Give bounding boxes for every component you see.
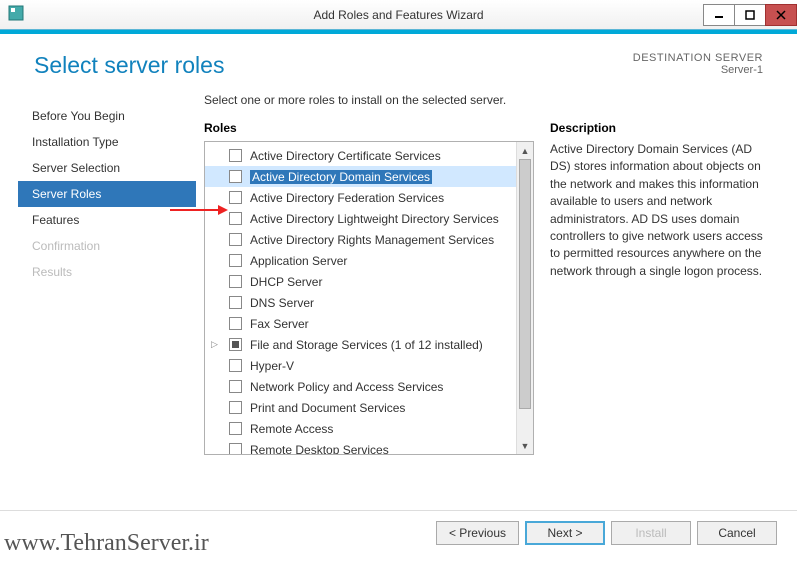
role-checkbox[interactable] [229, 380, 242, 393]
role-checkbox[interactable] [229, 296, 242, 309]
role-label: Print and Document Services [250, 401, 405, 415]
roles-listbox: Active Directory Certificate Services Act… [204, 141, 534, 455]
role-row[interactable]: Active Directory Domain Services [205, 166, 516, 187]
role-label: Active Directory Federation Services [250, 191, 444, 205]
role-row[interactable]: ▷ File and Storage Services (1 of 12 inst… [205, 334, 516, 355]
nav-item-installation-type[interactable]: Installation Type [18, 129, 196, 155]
destination-server: Server-1 [633, 64, 763, 76]
scroll-down-icon[interactable]: ▼ [517, 437, 533, 454]
role-label: DHCP Server [250, 275, 322, 289]
role-row[interactable]: Remote Access [205, 418, 516, 439]
nav-item-confirmation: Confirmation [18, 233, 196, 259]
instruction-text: Select one or more roles to install on t… [204, 93, 771, 107]
role-row[interactable]: Application Server [205, 250, 516, 271]
role-label: Application Server [250, 254, 347, 268]
role-checkbox[interactable] [229, 191, 242, 204]
role-checkbox[interactable] [229, 338, 242, 351]
role-checkbox[interactable] [229, 317, 242, 330]
role-label: DNS Server [250, 296, 314, 310]
expand-icon[interactable]: ▷ [211, 339, 218, 350]
page-title: Select server roles [34, 52, 224, 79]
role-label: Active Directory Lightweight Directory S… [250, 212, 499, 226]
role-label: File and Storage Services (1 of 12 insta… [250, 338, 483, 352]
role-label: Active Directory Rights Management Servi… [250, 233, 494, 247]
nav-item-features[interactable]: Features [18, 207, 196, 233]
role-row[interactable]: Fax Server [205, 313, 516, 334]
nav-item-before-you-begin[interactable]: Before You Begin [18, 103, 196, 129]
description-label: Description [550, 121, 771, 135]
description-text: Active Directory Domain Services (AD DS)… [550, 141, 771, 280]
role-label: Hyper-V [250, 359, 294, 373]
titlebar: Add Roles and Features Wizard [0, 0, 797, 30]
scroll-thumb[interactable] [519, 159, 531, 409]
window-title: Add Roles and Features Wizard [0, 8, 797, 22]
role-label: Fax Server [250, 317, 309, 331]
role-checkbox[interactable] [229, 254, 242, 267]
role-checkbox[interactable] [229, 443, 242, 454]
roles-label: Roles [204, 121, 534, 135]
role-row[interactable]: Active Directory Federation Services [205, 187, 516, 208]
scrollbar[interactable]: ▲ ▼ [516, 142, 533, 454]
role-row[interactable]: Network Policy and Access Services [205, 376, 516, 397]
destination-label: DESTINATION SERVER [633, 52, 763, 64]
role-checkbox[interactable] [229, 149, 242, 162]
role-label: Remote Desktop Services [250, 443, 389, 455]
next-button[interactable]: Next > [525, 521, 605, 545]
role-row[interactable]: Print and Document Services [205, 397, 516, 418]
role-row[interactable]: Active Directory Rights Management Servi… [205, 229, 516, 250]
role-row[interactable]: Hyper-V [205, 355, 516, 376]
role-row[interactable]: Remote Desktop Services [205, 439, 516, 454]
wizard-nav: Before You BeginInstallation TypeServer … [18, 93, 196, 455]
role-label: Active Directory Domain Services [250, 170, 432, 184]
install-button: Install [611, 521, 691, 545]
nav-item-server-selection[interactable]: Server Selection [18, 155, 196, 181]
scroll-up-icon[interactable]: ▲ [517, 142, 533, 159]
role-row[interactable]: DNS Server [205, 292, 516, 313]
role-row[interactable]: Active Directory Certificate Services [205, 145, 516, 166]
scroll-track[interactable] [517, 159, 533, 437]
role-checkbox[interactable] [229, 170, 242, 183]
destination-info: DESTINATION SERVER Server-1 [633, 52, 763, 76]
role-row[interactable]: Active Directory Lightweight Directory S… [205, 208, 516, 229]
role-label: Network Policy and Access Services [250, 380, 443, 394]
role-row[interactable]: DHCP Server [205, 271, 516, 292]
nav-item-results: Results [18, 259, 196, 285]
role-label: Remote Access [250, 422, 333, 436]
previous-button[interactable]: < Previous [436, 521, 519, 545]
role-checkbox[interactable] [229, 422, 242, 435]
role-checkbox[interactable] [229, 233, 242, 246]
role-checkbox[interactable] [229, 212, 242, 225]
cancel-button[interactable]: Cancel [697, 521, 777, 545]
role-label: Active Directory Certificate Services [250, 149, 441, 163]
nav-item-server-roles[interactable]: Server Roles [18, 181, 196, 207]
role-checkbox[interactable] [229, 401, 242, 414]
button-bar: < Previous Next > Install Cancel [0, 510, 797, 555]
role-checkbox[interactable] [229, 275, 242, 288]
role-checkbox[interactable] [229, 359, 242, 372]
